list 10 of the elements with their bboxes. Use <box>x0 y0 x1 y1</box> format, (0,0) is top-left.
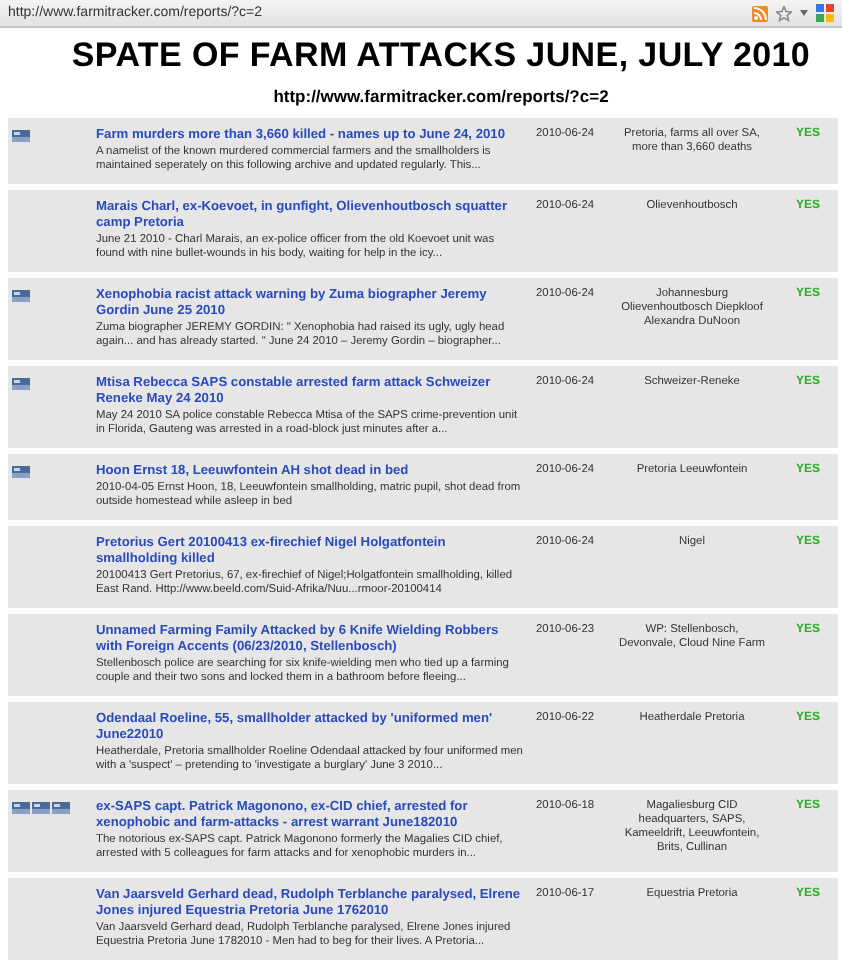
search-engine-icon[interactable] <box>816 4 834 22</box>
photo-icon <box>12 466 30 478</box>
page-title: SPATE OF FARM ATTACKS JUNE, JULY 2010 <box>71 36 811 76</box>
rss-icon[interactable] <box>752 5 768 21</box>
photo-icon <box>12 378 30 390</box>
dropdown-caret-icon[interactable] <box>800 10 808 16</box>
photo-icon <box>12 130 30 142</box>
photo-icon <box>12 290 30 302</box>
star-icon[interactable] <box>776 5 792 21</box>
page-url: http://www.farmitracker.com/reports/?c=2 <box>273 86 609 106</box>
